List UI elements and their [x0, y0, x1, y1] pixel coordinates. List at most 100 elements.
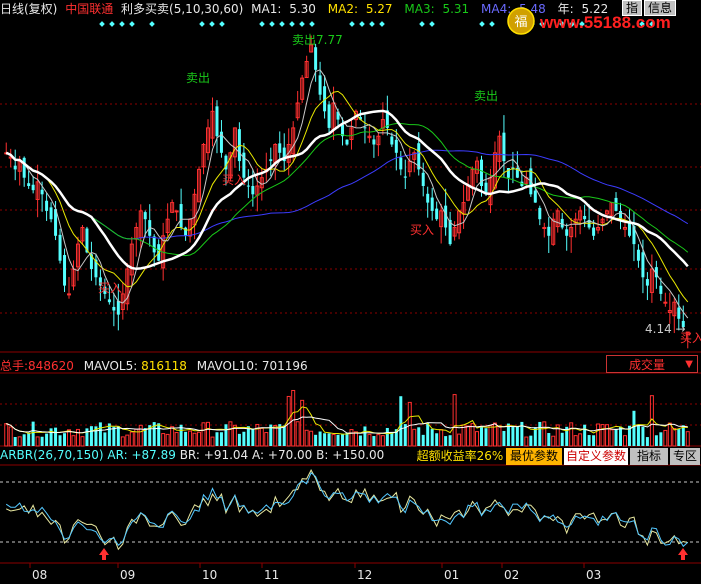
volume-header: 总手:848620 MAVOL5: 816118 MAVOL10: 701196 [0, 357, 308, 374]
candle-body [627, 223, 631, 236]
volume-bar [206, 421, 211, 447]
volume-bar [98, 422, 102, 446]
ma3-label: MA3: [404, 2, 435, 16]
candle-body [542, 227, 547, 229]
signal-diamond [209, 21, 215, 27]
candle-body [363, 127, 367, 129]
volume-bar [323, 433, 327, 446]
ar-value: +87.89 [131, 448, 176, 462]
volume-bar [529, 435, 533, 446]
volume-bar [376, 434, 381, 447]
arbr-name[interactable]: ARBR(26,70,150) [0, 448, 104, 462]
ma3-value: 5.31 [442, 2, 470, 16]
candle-body [435, 208, 439, 220]
volume-bar [645, 437, 649, 446]
total-value: 848620 [28, 359, 74, 373]
volume-bar [45, 433, 49, 446]
volume-bar [112, 426, 116, 446]
indicator-name[interactable]: 利多买卖(5,10,30,60) [121, 2, 243, 16]
signal-diamond [199, 21, 205, 27]
indicator-header: ARBR(26,70,150) AR: +87.89 BR: +91.04 A:… [0, 448, 384, 462]
volume-bar [480, 426, 484, 446]
button-info[interactable]: 信息 [644, 0, 677, 16]
buy-arrow-icon [99, 548, 109, 560]
signal-diamond [419, 21, 425, 27]
volume-bar [13, 437, 17, 446]
volume-bar [161, 433, 166, 447]
a-label: A: [252, 448, 265, 462]
volume-bar [632, 410, 636, 446]
candle-body [318, 75, 322, 95]
volume-bar [215, 432, 219, 446]
volume-bar [58, 435, 62, 446]
volume-bar [201, 422, 206, 447]
svg-text:福: 福 [514, 15, 527, 30]
volume-bar [619, 426, 623, 446]
volume-bar [75, 428, 80, 447]
tab-custom-params[interactable]: 自定义参数 [564, 448, 628, 465]
volume-bar [224, 424, 228, 446]
volume-bar [430, 428, 434, 446]
volume-bar [659, 432, 663, 446]
volume-bar [614, 428, 618, 446]
volume-bar [457, 433, 462, 447]
signal-diamond [379, 21, 385, 27]
candle-body [592, 227, 596, 236]
volume-bar [538, 421, 542, 446]
last-price-label: 4.14 → [645, 322, 686, 336]
signal-diamond [349, 21, 355, 27]
volume-bar [67, 429, 72, 447]
volume-bar [407, 401, 412, 447]
volume-bar [448, 435, 452, 446]
volume-bar [439, 429, 444, 447]
candle-body [583, 215, 587, 220]
month-label-03: 03 [586, 568, 601, 582]
tab-indicator[interactable]: 指标 [630, 448, 668, 465]
period-label[interactable]: 日线(复权) [0, 2, 57, 16]
volume-bar [129, 431, 134, 447]
volume-bar [17, 436, 22, 447]
candle-body [560, 218, 564, 228]
volume-bar [331, 434, 336, 447]
candle-body [251, 186, 255, 195]
volume-dropdown-label: 成交量 [629, 358, 666, 372]
candle-body [641, 252, 645, 278]
chevron-down-icon: ▼ [685, 359, 693, 370]
volume-bar [363, 426, 367, 446]
volume-bar [174, 432, 179, 447]
ma2-value: 5.27 [365, 2, 393, 16]
signal-diamond [429, 21, 435, 27]
volume-bar [636, 424, 640, 446]
button-zhi[interactable]: 指 [622, 0, 643, 16]
volume-bar [22, 434, 26, 446]
candlestick-series [4, 35, 690, 349]
month-label-11: 11 [264, 568, 279, 582]
br-label: BR: [179, 448, 200, 462]
a-value: +70.00 [267, 448, 313, 462]
volume-bar [421, 434, 425, 446]
candle-body [22, 157, 26, 178]
volume-bar [71, 435, 76, 447]
candle-body [143, 212, 147, 220]
volume-bar [31, 421, 35, 446]
br-value: +91.04 [203, 448, 249, 462]
tab-best-params[interactable]: 最优参数 [506, 448, 562, 465]
volume-bar [426, 422, 430, 446]
volume-bar [304, 429, 309, 447]
volume-bar [583, 424, 587, 446]
signal-diamond [149, 21, 155, 27]
signal-diamond [219, 21, 225, 27]
candle-body [112, 306, 116, 311]
volume-bar [103, 432, 107, 446]
volume-bar [667, 422, 672, 447]
promo-text[interactable]: 超额收益率26% [416, 448, 504, 465]
volume-bar [444, 436, 448, 446]
volume-bar [349, 429, 354, 447]
volume-bar [27, 432, 31, 446]
month-label-09: 09 [120, 568, 135, 582]
tab-zone[interactable]: 专区 [670, 448, 700, 465]
volume-dropdown[interactable]: 成交量 ▼ [606, 355, 698, 373]
candle-body [63, 255, 67, 286]
volume-bar [542, 421, 547, 447]
year-line [5, 109, 689, 271]
